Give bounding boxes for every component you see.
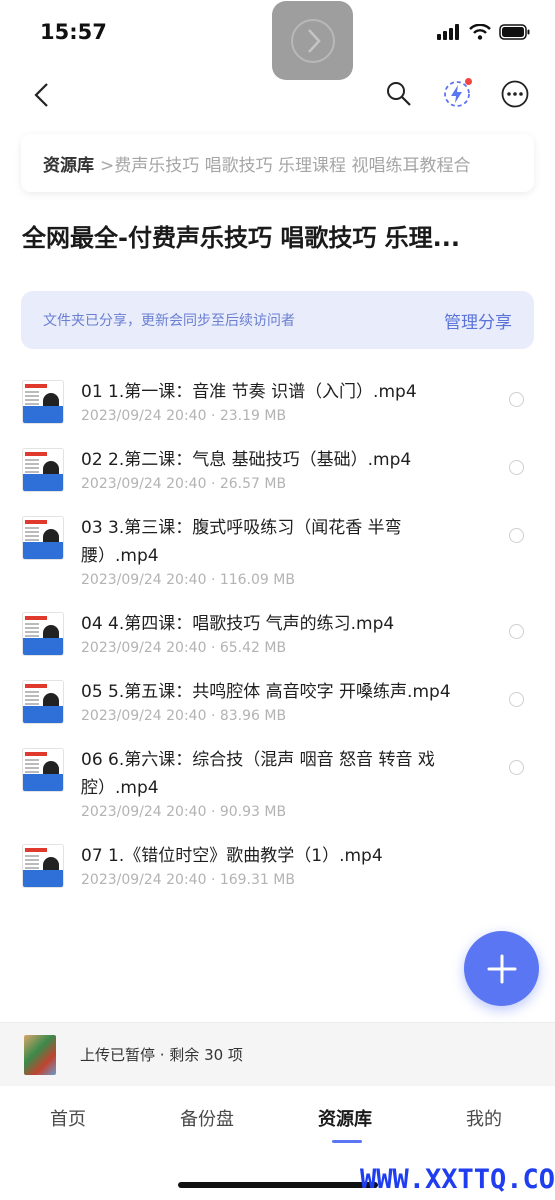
watermark-text: WWW.XXTTQ.COM — [360, 1164, 555, 1195]
video-thumbnail — [22, 844, 64, 888]
breadcrumb: 资源库 >费声乐技巧 唱歌技巧 乐理课程 视唱练耳教程合 — [21, 134, 534, 192]
video-thumbnail — [22, 612, 64, 656]
upload-status-text: 上传已暂停 · 剩余 30 项 — [80, 1046, 243, 1064]
file-list: 01 1.第一课：音准 节奏 识谱（入门）.mp4 2023/09/24 20:… — [0, 366, 555, 898]
nav-bar — [0, 66, 555, 124]
file-name: 03 3.第三课：腹式呼吸练习（闻花香 半弯腰）.mp4 — [81, 518, 402, 566]
more-button[interactable] — [497, 76, 533, 112]
share-status-text: 文件夹已分享，更新会同步至后续访问者 — [43, 313, 295, 329]
file-name: 06 6.第六课：综合技（混声 咽音 怒音 转音 戏腔）.mp4 — [81, 750, 435, 798]
back-button[interactable] — [26, 78, 56, 112]
list-item[interactable]: 07 1.《错位时空》歌曲教学（1）.mp4 2023/09/24 20:40 … — [0, 830, 555, 898]
file-meta: 2023/09/24 20:40 · 23.19 MB — [81, 408, 287, 424]
upload-thumbnail — [24, 1034, 56, 1075]
status-time: 15:57 — [40, 20, 107, 44]
list-item[interactable]: 05 5.第五课：共鸣腔体 高音咬字 开嗓练声.mp4 2023/09/24 2… — [0, 666, 555, 734]
list-item[interactable]: 03 3.第三课：腹式呼吸练习（闻花香 半弯腰）.mp4 2023/09/24 … — [0, 502, 555, 598]
select-radio[interactable] — [509, 460, 524, 475]
file-meta: 2023/09/24 20:40 · 65.42 MB — [81, 640, 287, 656]
file-name: 04 4.第四课：唱歌技巧 气声的练习.mp4 — [81, 614, 395, 634]
tab-me[interactable]: 我的 — [466, 1105, 502, 1131]
breadcrumb-path[interactable]: >费声乐技巧 唱歌技巧 乐理课程 视唱练耳教程合 — [100, 151, 470, 176]
active-tab-indicator — [332, 1140, 362, 1143]
file-name: 05 5.第五课：共鸣腔体 高音咬字 开嗓练声.mp4 — [81, 682, 451, 702]
share-banner: 文件夹已分享，更新会同步至后续访问者 管理分享 — [21, 291, 534, 349]
nav-actions — [381, 76, 533, 112]
list-item[interactable]: 01 1.第一课：音准 节奏 识谱（入门）.mp4 2023/09/24 20:… — [0, 366, 555, 434]
select-radio[interactable] — [509, 692, 524, 707]
tab-backup[interactable]: 备份盘 — [180, 1105, 234, 1131]
speed-boost-button[interactable] — [439, 76, 475, 112]
file-meta: 2023/09/24 20:40 · 169.31 MB — [81, 872, 295, 888]
search-icon — [387, 82, 411, 106]
select-radio[interactable] — [509, 528, 524, 543]
file-meta: 2023/09/24 20:40 · 83.96 MB — [81, 708, 287, 724]
add-button[interactable] — [464, 931, 539, 1006]
list-item[interactable]: 04 4.第四课：唱歌技巧 气声的练习.mp4 2023/09/24 20:40… — [0, 598, 555, 666]
manage-share-link[interactable]: 管理分享 — [444, 308, 512, 333]
plus-icon — [487, 954, 516, 983]
select-radio[interactable] — [509, 760, 524, 775]
breadcrumb-root[interactable]: 资源库 — [43, 151, 94, 176]
list-item[interactable]: 02 2.第二课：气息 基础技巧（基础）.mp4 2023/09/24 20:4… — [0, 434, 555, 502]
select-radio[interactable] — [509, 392, 524, 407]
select-radio[interactable] — [509, 624, 524, 639]
signal-icon — [437, 24, 459, 40]
status-bar: 15:57 — [0, 0, 555, 80]
tab-home[interactable]: 首页 — [50, 1105, 86, 1131]
status-icons — [437, 24, 531, 40]
video-thumbnail — [22, 380, 64, 424]
chevron-right-icon — [290, 18, 335, 63]
file-meta: 2023/09/24 20:40 · 26.57 MB — [81, 476, 287, 492]
video-thumbnail — [22, 748, 64, 792]
file-name: 02 2.第二课：气息 基础技巧（基础）.mp4 — [81, 450, 412, 470]
video-thumbnail — [22, 516, 64, 560]
search-button[interactable] — [381, 76, 417, 112]
more-icon — [501, 80, 529, 108]
video-thumbnail — [22, 680, 64, 724]
video-thumbnail — [22, 448, 64, 492]
wifi-icon — [469, 24, 491, 40]
tab-resources[interactable]: 资源库 — [318, 1105, 372, 1131]
chevron-left-icon — [34, 83, 48, 107]
file-name: 01 1.第一课：音准 节奏 识谱（入门）.mp4 — [81, 382, 417, 402]
file-meta: 2023/09/24 20:40 · 90.93 MB — [81, 804, 287, 820]
file-name: 07 1.《错位时空》歌曲教学（1）.mp4 — [81, 846, 383, 866]
page-title: 全网最全-付费声乐技巧 唱歌技巧 乐理... — [22, 224, 461, 252]
notification-dot — [465, 78, 472, 85]
list-item[interactable]: 06 6.第六课：综合技（混声 咽音 怒音 转音 戏腔）.mp4 2023/09… — [0, 734, 555, 830]
battery-icon — [499, 24, 530, 40]
home-indicator[interactable] — [178, 1182, 378, 1188]
file-meta: 2023/09/24 20:40 · 116.09 MB — [81, 572, 295, 588]
upload-status-bar[interactable]: 上传已暂停 · 剩余 30 项 — [0, 1022, 555, 1086]
